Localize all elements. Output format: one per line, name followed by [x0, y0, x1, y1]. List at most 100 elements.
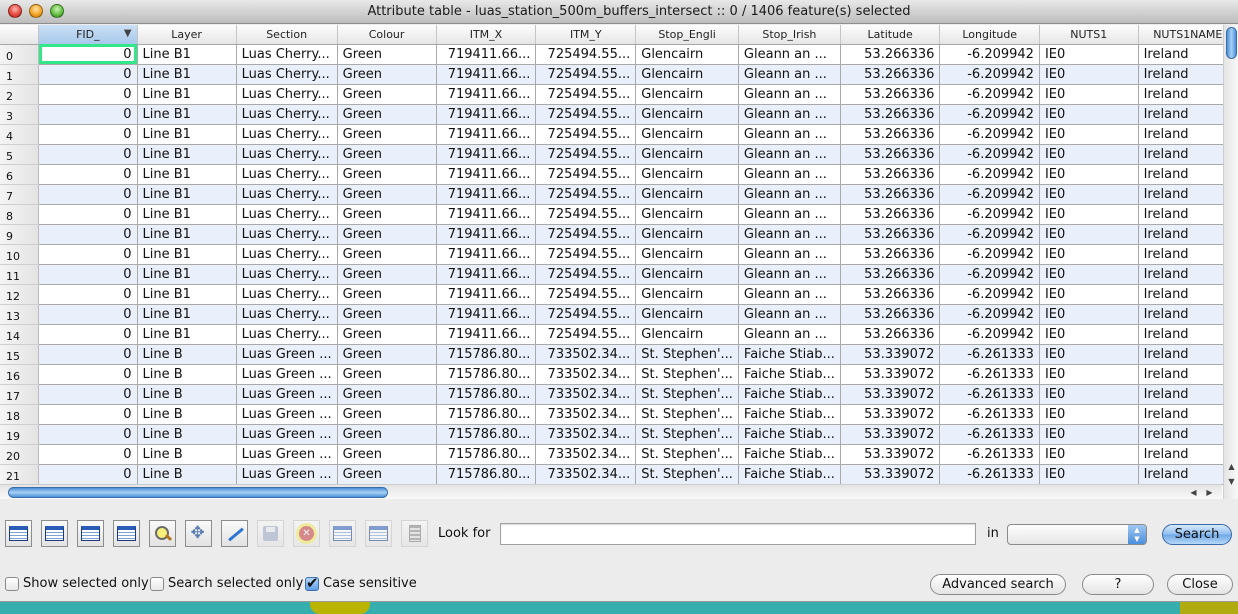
- table-cell[interactable]: 0: [38, 44, 138, 65]
- table-cell[interactable]: Green: [337, 124, 437, 145]
- table-cell[interactable]: -6.209942: [939, 324, 1040, 345]
- table-cell[interactable]: 733502.34...: [535, 384, 637, 405]
- table-cell[interactable]: Luas Cherry...: [236, 184, 338, 205]
- table-cell[interactable]: Gleann an ...: [738, 104, 841, 125]
- column-header-longitude[interactable]: Longitude: [939, 25, 1040, 45]
- table-cell[interactable]: Green: [337, 264, 437, 285]
- table-cell[interactable]: -6.209942: [939, 64, 1040, 85]
- table-cell[interactable]: 0: [38, 444, 138, 465]
- table-cell[interactable]: 725494.55...: [535, 164, 637, 185]
- table-cell[interactable]: Luas Green ...: [236, 364, 338, 385]
- table-cell[interactable]: 725494.55...: [535, 264, 637, 285]
- table-cell[interactable]: 719411.66...: [436, 284, 537, 305]
- table-cell[interactable]: Line B1: [137, 144, 237, 165]
- table-cell[interactable]: Luas Green ...: [236, 404, 338, 425]
- table-cell[interactable]: 733502.34...: [535, 464, 637, 485]
- table-row[interactable]: 14 0 Line B1 Luas Cherry... Green 719411.66..…: [0, 324, 1238, 345]
- table-cell[interactable]: 725494.55...: [535, 84, 637, 105]
- close-window-button[interactable]: [8, 4, 22, 18]
- table-row[interactable]: 19 0 Line B Luas Green ... Green 715786.80...…: [0, 424, 1238, 445]
- table-cell[interactable]: -6.209942: [939, 304, 1040, 325]
- table-cell[interactable]: -6.209942: [939, 104, 1040, 125]
- table-row[interactable]: 6 0 Line B1 Luas Cherry... Green 719411.66...…: [0, 164, 1238, 185]
- row-number[interactable]: 11: [0, 264, 40, 285]
- help-button[interactable]: ?: [1082, 574, 1154, 595]
- table-cell[interactable]: Glencairn: [635, 204, 739, 225]
- row-number[interactable]: 16: [0, 364, 40, 385]
- table-cell[interactable]: 725494.55...: [535, 304, 637, 325]
- case-sensitive-checkbox[interactable]: Case sensitive: [305, 574, 417, 592]
- table-row[interactable]: 12 0 Line B1 Luas Cherry... Green 719411.66..…: [0, 284, 1238, 305]
- table-cell[interactable]: Luas Cherry...: [236, 124, 338, 145]
- table-row[interactable]: 2 0 Line B1 Luas Cherry... Green 719411.66...…: [0, 84, 1238, 105]
- checkbox-box[interactable]: [305, 574, 319, 592]
- table-cell[interactable]: Luas Green ...: [236, 464, 338, 485]
- table-cell[interactable]: Green: [337, 104, 437, 125]
- table-cell[interactable]: 719411.66...: [436, 304, 537, 325]
- table-row[interactable]: 0 0 Line B1 Luas Cherry... Green 719411.66...…: [0, 44, 1238, 65]
- table-cell[interactable]: 0: [38, 344, 138, 365]
- table-cell[interactable]: Line B1: [137, 184, 237, 205]
- row-number[interactable]: 18: [0, 404, 40, 425]
- table-cell[interactable]: Faiche Stiab...: [738, 364, 841, 385]
- table-cell[interactable]: -6.209942: [939, 84, 1040, 105]
- table-cell[interactable]: 725494.55...: [535, 244, 637, 265]
- table-cell[interactable]: Gleann an ...: [738, 284, 841, 305]
- table-cell[interactable]: Glencairn: [635, 84, 739, 105]
- table-cell[interactable]: 0: [38, 284, 138, 305]
- table-cell[interactable]: Gleann an ...: [738, 224, 841, 245]
- table-cell[interactable]: Line B1: [137, 264, 237, 285]
- row-number[interactable]: 10: [0, 244, 40, 265]
- table-cell[interactable]: -6.261333: [939, 464, 1040, 485]
- table-cell[interactable]: Gleann an ...: [738, 84, 841, 105]
- table-cell[interactable]: Luas Cherry...: [236, 224, 338, 245]
- table-cell[interactable]: IE0: [1039, 144, 1139, 165]
- table-cell[interactable]: IE0: [1039, 104, 1139, 125]
- table-cell[interactable]: 719411.66...: [436, 184, 537, 205]
- table-cell[interactable]: 0: [38, 324, 138, 345]
- table-cell[interactable]: 0: [38, 264, 138, 285]
- table-cell[interactable]: Luas Green ...: [236, 344, 338, 365]
- table-row[interactable]: 1 0 Line B1 Luas Cherry... Green 719411.66...…: [0, 64, 1238, 85]
- table-cell[interactable]: Line B1: [137, 204, 237, 225]
- table-cell[interactable]: 53.339072: [840, 344, 941, 365]
- table-cell[interactable]: 53.339072: [840, 464, 941, 485]
- table-cell[interactable]: 719411.66...: [436, 144, 537, 165]
- table-cell[interactable]: 725494.55...: [535, 184, 637, 205]
- table-cell[interactable]: 725494.55...: [535, 224, 637, 245]
- table-cell[interactable]: St. Stephen'...: [635, 464, 739, 485]
- table-cell[interactable]: 733502.34...: [535, 444, 637, 465]
- table-cell[interactable]: Green: [337, 44, 437, 65]
- table-row[interactable]: 13 0 Line B1 Luas Cherry... Green 719411.66..…: [0, 304, 1238, 325]
- row-number[interactable]: 20: [0, 444, 40, 465]
- table-cell[interactable]: IE0: [1039, 164, 1139, 185]
- zoom-to-selection-button[interactable]: [149, 520, 176, 547]
- table-cell[interactable]: 0: [38, 144, 138, 165]
- table-cell[interactable]: Gleann an ...: [738, 144, 841, 165]
- column-header-itm-x[interactable]: ITM_X: [436, 25, 537, 45]
- scroll-up-arrow-icon[interactable]: ▲: [1224, 459, 1238, 475]
- table-cell[interactable]: 725494.55...: [535, 204, 637, 225]
- table-row[interactable]: 17 0 Line B Luas Green ... Green 715786.80...…: [0, 384, 1238, 405]
- table-cell[interactable]: IE0: [1039, 344, 1139, 365]
- table-cell[interactable]: Line B1: [137, 84, 237, 105]
- table-cell[interactable]: Line B: [137, 384, 237, 405]
- row-number[interactable]: 15: [0, 344, 40, 365]
- delete-column-button[interactable]: [365, 520, 392, 547]
- table-cell[interactable]: IE0: [1039, 64, 1139, 85]
- table-cell[interactable]: 53.266336: [840, 284, 941, 305]
- table-cell[interactable]: Gleann an ...: [738, 124, 841, 145]
- table-cell[interactable]: Gleann an ...: [738, 264, 841, 285]
- minimize-window-button[interactable]: [29, 4, 43, 18]
- copy-selected-rows-button[interactable]: [113, 520, 140, 547]
- column-header-layer[interactable]: Layer: [137, 25, 237, 45]
- table-row[interactable]: 15 0 Line B Luas Green ... Green 715786.80...…: [0, 344, 1238, 365]
- table-cell[interactable]: 0: [38, 164, 138, 185]
- table-cell[interactable]: IE0: [1039, 124, 1139, 145]
- scroll-left-arrow-icon[interactable]: ◀: [1186, 485, 1201, 499]
- column-header-colour[interactable]: Colour: [337, 25, 437, 45]
- table-cell[interactable]: Glencairn: [635, 324, 739, 345]
- table-cell[interactable]: Line B1: [137, 64, 237, 85]
- table-cell[interactable]: IE0: [1039, 224, 1139, 245]
- table-cell[interactable]: 0: [38, 364, 138, 385]
